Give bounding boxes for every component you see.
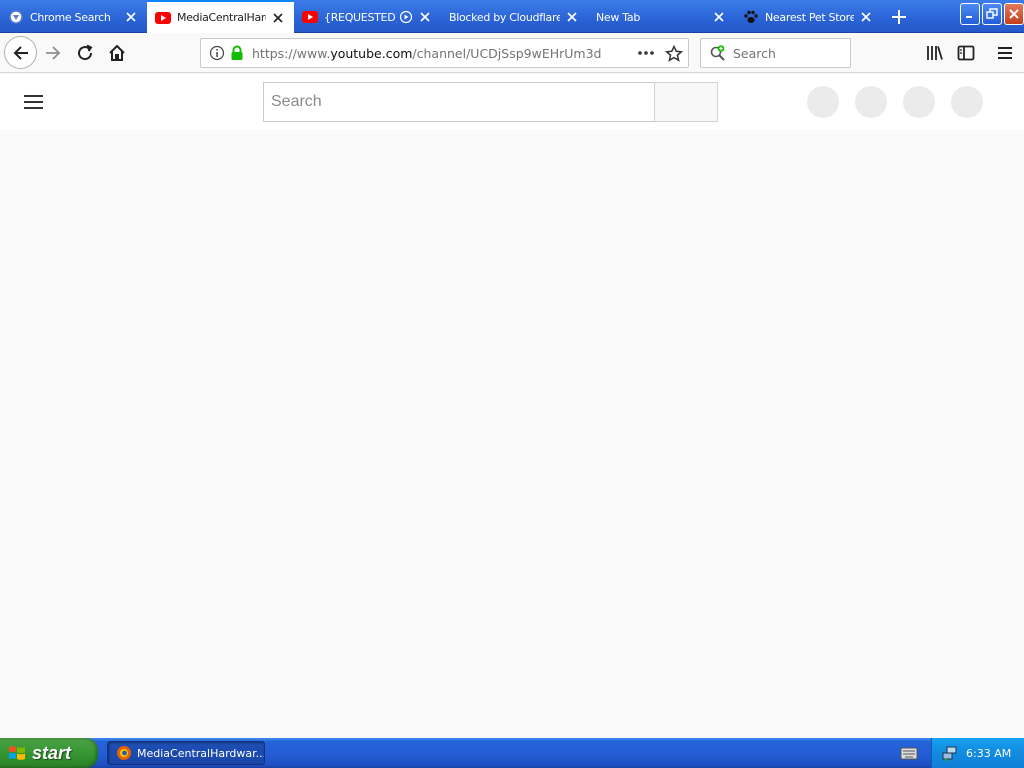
url-path: /channel/UCDjSsp9wEHrUm3dMsA	[412, 45, 602, 61]
tab-mediacentral[interactable]: MediaCentralHard	[147, 0, 294, 33]
network-icon[interactable]	[942, 745, 958, 761]
masthead-button-placeholder[interactable]	[807, 86, 839, 118]
navigation-toolbar: https://www.youtube.com/channel/UCDjSsp9…	[0, 33, 1024, 73]
forward-button[interactable]	[38, 38, 68, 68]
close-tab-icon[interactable]	[270, 10, 286, 26]
tab-title: New Tab	[596, 10, 641, 24]
youtube-masthead	[0, 74, 1024, 130]
info-icon[interactable]	[209, 45, 225, 61]
taskbar-window-title: MediaCentralHardwar...	[137, 746, 265, 760]
tab-chrome-search[interactable]: Chrome Search	[0, 2, 147, 32]
lock-icon[interactable]	[230, 45, 244, 61]
chrome-search-icon	[8, 9, 24, 25]
hamburger-menu-button[interactable]	[990, 38, 1020, 68]
browser-search-input[interactable]	[733, 45, 843, 61]
youtube-icon	[302, 9, 318, 25]
browser-search-bar[interactable]	[700, 38, 851, 68]
youtube-search-box[interactable]	[263, 82, 655, 122]
address-bar[interactable]: https://www.youtube.com/channel/UCDjSsp9…	[200, 38, 689, 68]
tab-title: MediaCentralHard	[177, 11, 266, 24]
menu-bar	[24, 95, 43, 97]
media-playing-icon[interactable]	[399, 10, 413, 24]
tab-title: {REQUESTED}	[324, 10, 397, 24]
url-host: youtube.com	[330, 45, 413, 61]
bookmark-star-icon[interactable]	[665, 45, 683, 63]
menu-bar	[24, 107, 43, 109]
url-text[interactable]: https://www.youtube.com/channel/UCDjSsp9…	[252, 46, 602, 61]
firefox-icon	[116, 745, 132, 761]
tab-requested[interactable]: {REQUESTED}	[294, 2, 441, 32]
tab-pet-store[interactable]: Nearest Pet Store	[735, 2, 882, 32]
tab-strip: Chrome Search MediaCentralHard {REQUESTE…	[0, 0, 1024, 33]
window-controls	[960, 3, 1024, 25]
windows-taskbar: start MediaCentralHardwar... 6:33 AM	[0, 738, 1024, 768]
close-window-button[interactable]	[1004, 3, 1024, 25]
paw-icon	[743, 9, 759, 25]
tab-title: Blocked by Cloudflare	[449, 10, 560, 24]
new-tab-button[interactable]	[888, 6, 910, 28]
masthead-button-placeholder[interactable]	[951, 86, 983, 118]
masthead-button-placeholder[interactable]	[903, 86, 935, 118]
close-tab-icon[interactable]	[123, 9, 139, 25]
close-tab-icon[interactable]	[711, 9, 727, 25]
start-label: start	[32, 742, 72, 763]
youtube-search-input[interactable]	[271, 93, 641, 111]
search-engine-icon[interactable]	[709, 44, 727, 62]
close-tab-icon[interactable]	[858, 9, 874, 25]
windows-logo-icon	[8, 744, 26, 762]
reload-button[interactable]	[70, 38, 100, 68]
tab-cloudflare[interactable]: Blocked by Cloudflare	[441, 2, 588, 32]
page-content-area	[0, 130, 1024, 738]
guide-menu-button[interactable]	[24, 90, 48, 114]
sidebar-toggle-button[interactable]	[951, 38, 981, 68]
tab-title: Chrome Search	[30, 10, 111, 24]
youtube-icon	[155, 10, 171, 26]
tab-title: Nearest Pet Store	[765, 10, 854, 24]
menu-bar	[24, 101, 43, 103]
tab-new-tab[interactable]: New Tab	[588, 2, 735, 32]
masthead-button-placeholder[interactable]	[855, 86, 887, 118]
minimize-button[interactable]	[960, 3, 980, 25]
restore-button[interactable]	[982, 3, 1002, 25]
page-actions-menu-icon[interactable]	[637, 45, 655, 61]
youtube-search-button[interactable]	[654, 82, 718, 122]
close-tab-icon[interactable]	[417, 9, 433, 25]
clock[interactable]: 6:33 AM	[966, 747, 1011, 760]
keyboard-layout-icon[interactable]	[900, 745, 918, 761]
start-button[interactable]: start	[0, 738, 98, 768]
close-tab-icon[interactable]	[564, 9, 580, 25]
home-button[interactable]	[102, 38, 132, 68]
back-button[interactable]	[4, 36, 37, 69]
taskbar-window-button[interactable]: MediaCentralHardwar...	[107, 741, 265, 765]
library-button[interactable]	[920, 38, 950, 68]
url-scheme: https://www.	[252, 45, 331, 61]
system-tray: 6:33 AM	[931, 738, 1024, 768]
